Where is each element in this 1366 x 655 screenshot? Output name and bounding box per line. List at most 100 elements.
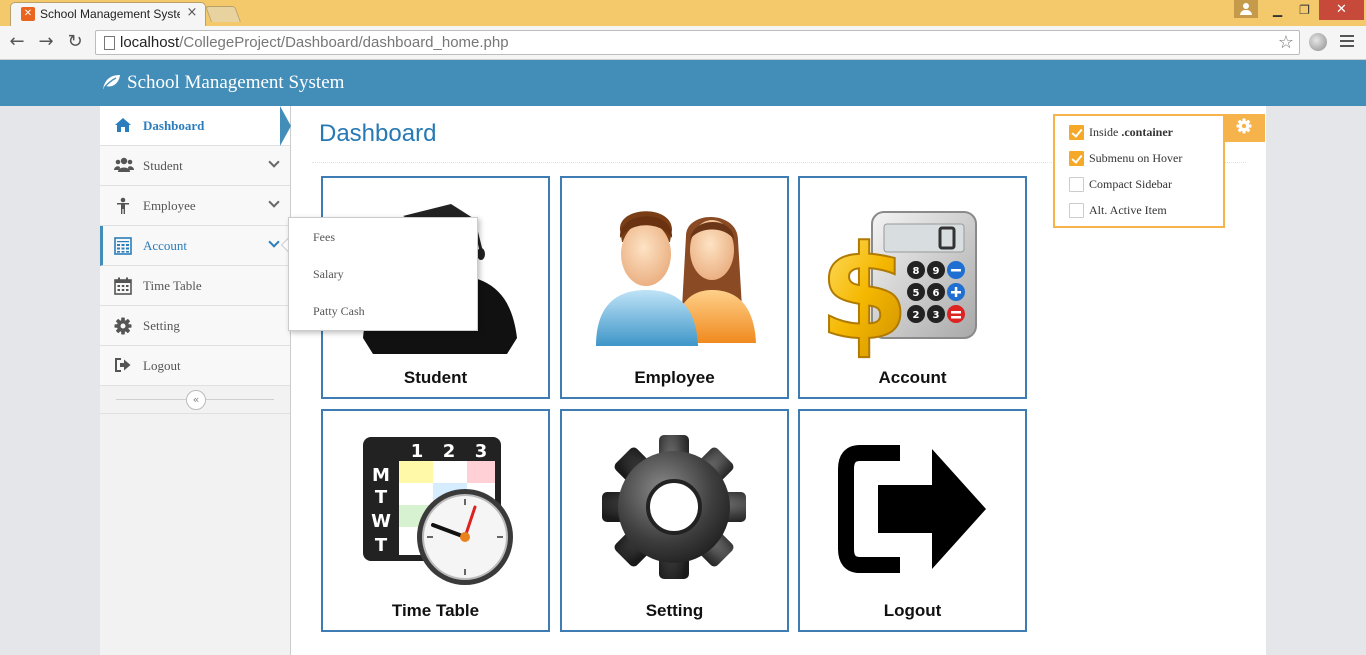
sidebar-item-dashboard[interactable]: Dashboard [100, 106, 290, 146]
chevron-down-icon [268, 236, 280, 248]
svg-text:5: 5 [913, 288, 920, 299]
sidebar-item-label: Account [143, 238, 188, 253]
sidebar-item-label: Logout [143, 358, 181, 373]
tile-label: Time Table [391, 601, 480, 620]
sidebar-divider [100, 413, 290, 414]
settings-toggle-button[interactable] [1223, 114, 1265, 142]
svg-text:8: 8 [913, 266, 920, 277]
sidebar-item-employee[interactable]: Employee [100, 186, 290, 226]
extension-icon[interactable] [1309, 33, 1327, 51]
people-image [596, 211, 756, 346]
svg-text:M: M [372, 465, 390, 486]
sidebar-item-student[interactable]: Student [100, 146, 290, 186]
account-submenu: Fees Salary Patty Cash [288, 217, 478, 331]
logout-arrow-image [838, 445, 986, 573]
calculator-dollar-image: 8 9 5 6 2 3 $ [818, 211, 977, 370]
window-close-button[interactable]: ✕ [1319, 0, 1364, 20]
calculator-icon [114, 237, 132, 255]
sidebar: Dashboard Student Employee Account Time … [100, 106, 291, 655]
sidebar-item-setting[interactable]: Setting [100, 306, 290, 346]
checkbox-inside-container[interactable] [1069, 125, 1084, 140]
svg-text:T: T [375, 535, 388, 556]
tile-label: Employee [634, 368, 715, 387]
tile-label: Student [403, 368, 468, 387]
option-label-text: Inside [1089, 125, 1122, 139]
tile-label: Setting [645, 601, 704, 620]
checkbox-compact-sidebar[interactable] [1069, 177, 1084, 192]
bookmark-star-icon[interactable]: ☆ [1278, 32, 1294, 53]
sidebar-item-account[interactable]: Account [100, 226, 290, 266]
restore-button[interactable]: ❐ [1291, 0, 1318, 20]
calendar-icon [114, 277, 132, 295]
url-host: localhost [120, 34, 180, 51]
option-label-bold: .container [1121, 125, 1173, 139]
gear-icon [114, 317, 132, 335]
url-text: localhost/CollegeProject/Dashboard/dashb… [120, 34, 509, 51]
svg-text:1: 1 [411, 441, 424, 462]
tile-logout[interactable]: Logout [798, 409, 1027, 632]
tile-label: Account [878, 368, 947, 387]
sidebar-item-logout[interactable]: Logout [100, 346, 290, 386]
person-icon [114, 197, 132, 215]
timetable-clock-image: 123 MTWT [363, 437, 513, 585]
svg-text:9: 9 [933, 266, 940, 277]
svg-text:W: W [371, 511, 391, 532]
option-label: Alt. Active Item [1089, 203, 1167, 217]
svg-text:2: 2 [443, 441, 456, 462]
submenu-item-fees[interactable]: Fees [313, 230, 335, 245]
checkbox-alt-active-item[interactable] [1069, 203, 1084, 218]
back-icon[interactable]: ← [6, 31, 28, 53]
tile-setting[interactable]: Setting [560, 409, 789, 632]
signout-icon [114, 357, 132, 375]
svg-text:2: 2 [913, 310, 920, 321]
svg-text:3: 3 [933, 310, 940, 321]
page-icon [104, 36, 115, 50]
submenu-item-patty-cash[interactable]: Patty Cash [313, 304, 365, 319]
sidebar-collapse-icon[interactable]: « [186, 390, 206, 410]
active-item-arrow [280, 106, 291, 146]
sidebar-item-time-table[interactable]: Time Table [100, 266, 290, 306]
reload-icon[interactable]: ↻ [64, 31, 86, 53]
svg-text:T: T [375, 487, 388, 508]
option-label: Inside .container [1089, 125, 1173, 140]
tile-time-table[interactable]: 123 MTWT Time Table [321, 409, 550, 632]
user-profile-icon[interactable] [1234, 0, 1258, 18]
users-icon [114, 157, 134, 175]
chevron-down-icon [268, 156, 280, 168]
home-icon [114, 117, 132, 135]
submenu-item-salary[interactable]: Salary [313, 267, 344, 282]
gear-image [602, 435, 746, 579]
svg-text:$: $ [819, 217, 909, 369]
brand-title[interactable]: School Management System [127, 72, 344, 94]
page-title: Dashboard [319, 120, 437, 147]
tile-employee[interactable]: Employee [560, 176, 789, 399]
sidebar-item-label: Student [143, 158, 183, 173]
gear-icon [1236, 118, 1252, 138]
minimize-button[interactable]: ▁ [1264, 0, 1291, 20]
sidebar-item-label: Time Table [143, 278, 202, 293]
tab-title: School Management System [40, 7, 180, 21]
option-label: Compact Sidebar [1089, 177, 1172, 191]
svg-text:3: 3 [475, 441, 488, 462]
settings-box: Inside .container Submenu on Hover Compa… [1053, 114, 1225, 228]
xampp-icon: ✕ [21, 7, 35, 21]
browser-titlebar: ✕ School Management System × ▁ ❐ ✕ [0, 0, 1366, 26]
address-bar[interactable]: localhost/CollegeProject/Dashboard/dashb… [95, 30, 1300, 55]
tile-label: Logout [883, 601, 942, 620]
app-header: School Management System [0, 60, 1366, 106]
browser-toolbar: ← → ↻ localhost/CollegeProject/Dashboard… [0, 26, 1366, 60]
url-path: /CollegeProject/Dashboard/dashboard_home… [179, 34, 509, 51]
svg-text:6: 6 [933, 288, 940, 299]
sidebar-item-label: Dashboard [143, 118, 205, 133]
option-label: Submenu on Hover [1089, 151, 1183, 165]
tab-close-icon[interactable]: × [185, 6, 199, 20]
tile-account[interactable]: 8 9 5 6 2 3 $ Account [798, 176, 1027, 399]
browser-tab[interactable]: ✕ School Management System × [10, 2, 206, 26]
chevron-down-icon [268, 196, 280, 208]
leaf-icon [101, 73, 121, 96]
forward-icon[interactable]: → [35, 31, 57, 53]
sidebar-item-label: Setting [143, 318, 180, 333]
new-tab-button[interactable] [205, 6, 241, 22]
checkbox-submenu-hover[interactable] [1069, 151, 1084, 166]
browser-menu-icon[interactable] [1340, 35, 1354, 49]
